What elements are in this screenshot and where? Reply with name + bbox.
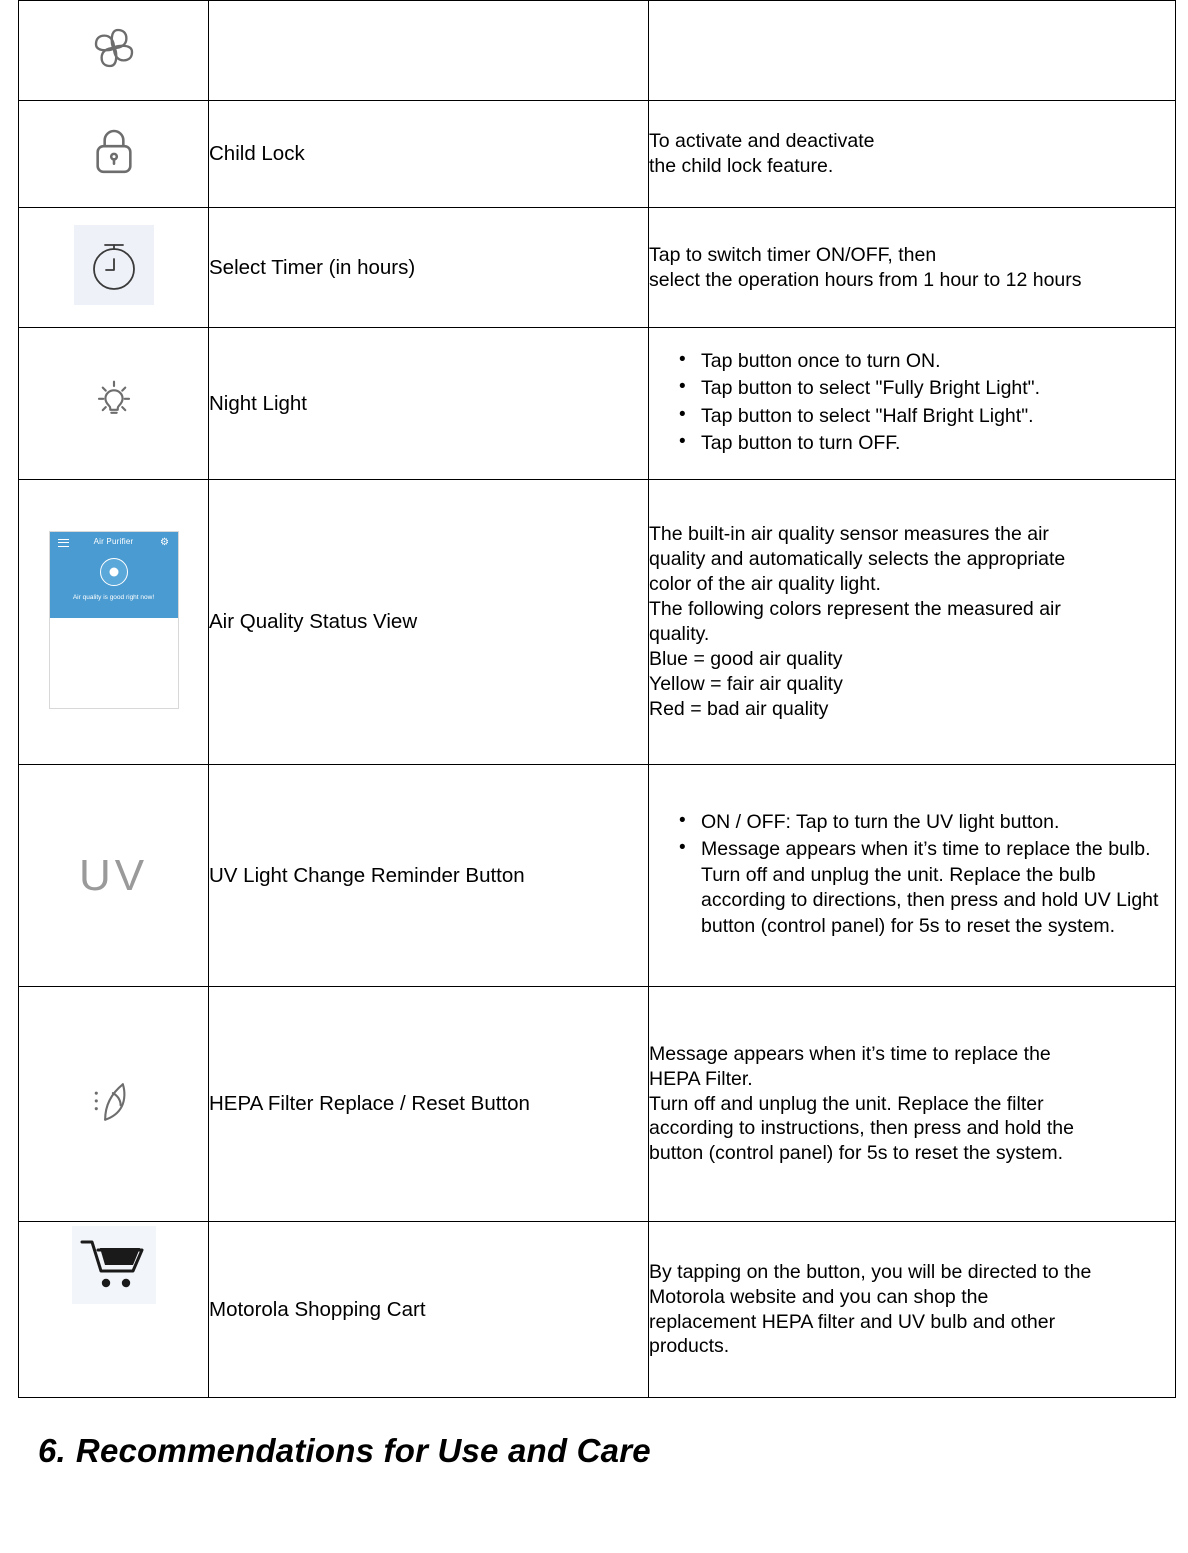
desc-line: To activate and deactivate — [649, 130, 875, 153]
feature-description: Message appears when it’s time to replac… — [648, 986, 1176, 1222]
document-page: Child Lock To activate and deactivate th… — [0, 0, 1188, 1553]
desc-line: Motorola website and you can shop the — [649, 1285, 989, 1308]
section-number: 6. — [38, 1432, 66, 1469]
table-row: Night Light Tap button once to turn ON. … — [18, 327, 1176, 480]
table-row: HEPA Filter Replace / Reset Button Messa… — [18, 986, 1176, 1222]
icon-cell — [18, 0, 209, 101]
desc-line: Red = bad air quality — [649, 697, 829, 720]
desc-line: quality and automatically selects the ap… — [649, 548, 1066, 571]
feature-name: UV Light Change Reminder Button — [208, 764, 649, 987]
hepa-filter-icon — [83, 1071, 145, 1133]
list-item: Tap button to select "Fully Bright Light… — [649, 375, 1175, 401]
icon-cell: Air Purifier ⚙ Air quality is good right… — [18, 479, 209, 765]
table-row: Air Purifier ⚙ Air quality is good right… — [18, 479, 1176, 765]
icon-cell — [18, 327, 209, 480]
desc-line: the child lock feature. — [649, 155, 834, 177]
icon-cell: UV — [18, 764, 209, 987]
feature-name: Select Timer (in hours) — [208, 207, 649, 328]
phone-app-screenshot: Air Purifier ⚙ Air quality is good right… — [48, 530, 179, 709]
desc-line: quality. — [649, 623, 710, 645]
feature-name — [208, 0, 649, 101]
desc-line: Turn off and unplug the unit. Replace th… — [649, 1092, 1044, 1115]
desc-line: By tapping on the button, you will be di… — [649, 1260, 1092, 1283]
table-row: Select Timer (in hours) Tap to switch ti… — [18, 207, 1176, 328]
section-heading-text: Recommendations for Use and Care — [75, 1432, 651, 1469]
feature-description — [648, 0, 1176, 101]
list-item: Tap button once to turn ON. — [649, 348, 1175, 374]
bullet-list: Tap button once to turn ON. Tap button t… — [649, 348, 1175, 456]
desc-line: Message appears when it’s time to replac… — [649, 1042, 1051, 1065]
list-item: Tap button to turn OFF. — [649, 430, 1175, 456]
desc-line: HEPA Filter. — [649, 1067, 753, 1090]
feature-description: Tap to switch timer ON/OFF, then select … — [648, 207, 1176, 328]
gear-icon: ⚙ — [160, 536, 169, 548]
feature-description: By tapping on the button, you will be di… — [648, 1221, 1176, 1398]
uv-text-icon: UV — [78, 850, 149, 900]
air-quality-indicator — [99, 557, 128, 586]
list-item: ON / OFF: Tap to turn the UV light butto… — [649, 809, 1175, 835]
feature-table: Child Lock To activate and deactivate th… — [18, 0, 1176, 1398]
desc-line: Tap to switch timer ON/OFF, then — [649, 243, 937, 266]
feature-description: ON / OFF: Tap to turn the UV light butto… — [648, 764, 1176, 987]
list-item: Tap button to select "Half Bright Light"… — [649, 402, 1175, 429]
desc-line: Yellow = fair air quality — [649, 672, 843, 695]
app-header: Air Purifier ⚙ Air quality is good right… — [49, 531, 178, 618]
icon-cell — [18, 100, 209, 208]
desc-line: color of the air quality light. — [649, 573, 881, 596]
desc-line: according to instructions, then press an… — [649, 1117, 1074, 1140]
padlock-icon — [88, 124, 140, 180]
night-light-icon — [84, 371, 144, 431]
section-heading: 6. Recommendations for Use and Care — [38, 1432, 1178, 1470]
icon-cell — [18, 1221, 209, 1398]
fan-icon — [87, 21, 141, 75]
icon-cell — [18, 986, 209, 1222]
feature-name: Motorola Shopping Cart — [208, 1221, 649, 1398]
table-row: Motorola Shopping Cart By tapping on the… — [18, 1221, 1176, 1398]
timer-icon — [73, 225, 154, 305]
desc-line: select the operation hours from 1 hour t… — [649, 268, 1082, 291]
shopping-cart-icon — [71, 1226, 156, 1304]
bullet-list: ON / OFF: Tap to turn the UV light butto… — [649, 809, 1175, 939]
desc-line: replacement HEPA filter and UV bulb and … — [649, 1310, 1056, 1333]
feature-name: Child Lock — [208, 100, 649, 208]
table-row: Child Lock To activate and deactivate th… — [18, 100, 1176, 208]
icon-cell — [18, 207, 209, 328]
table-row — [18, 0, 1176, 101]
table-row: UV UV Light Change Reminder Button ON / … — [18, 764, 1176, 987]
feature-description: Tap button once to turn ON. Tap button t… — [648, 327, 1176, 480]
desc-line: products. — [649, 1335, 730, 1358]
feature-name: Night Light — [208, 327, 649, 480]
feature-name: Air Quality Status View — [208, 479, 649, 765]
feature-description: The built-in air quality sensor measures… — [648, 479, 1176, 765]
app-title: Air Purifier — [93, 536, 134, 546]
feature-description: To activate and deactivate the child loc… — [648, 100, 1176, 208]
desc-line: The following colors represent the measu… — [649, 598, 1061, 621]
feature-name: HEPA Filter Replace / Reset Button — [208, 986, 649, 1222]
desc-line: The built-in air quality sensor measures… — [649, 523, 1049, 546]
desc-line: Blue = good air quality — [649, 647, 843, 670]
desc-line: button (control panel) for 5s to reset t… — [649, 1142, 1064, 1165]
list-item: Message appears when it’s time to replac… — [649, 836, 1175, 938]
app-subtitle: Air quality is good right now! — [72, 593, 155, 601]
